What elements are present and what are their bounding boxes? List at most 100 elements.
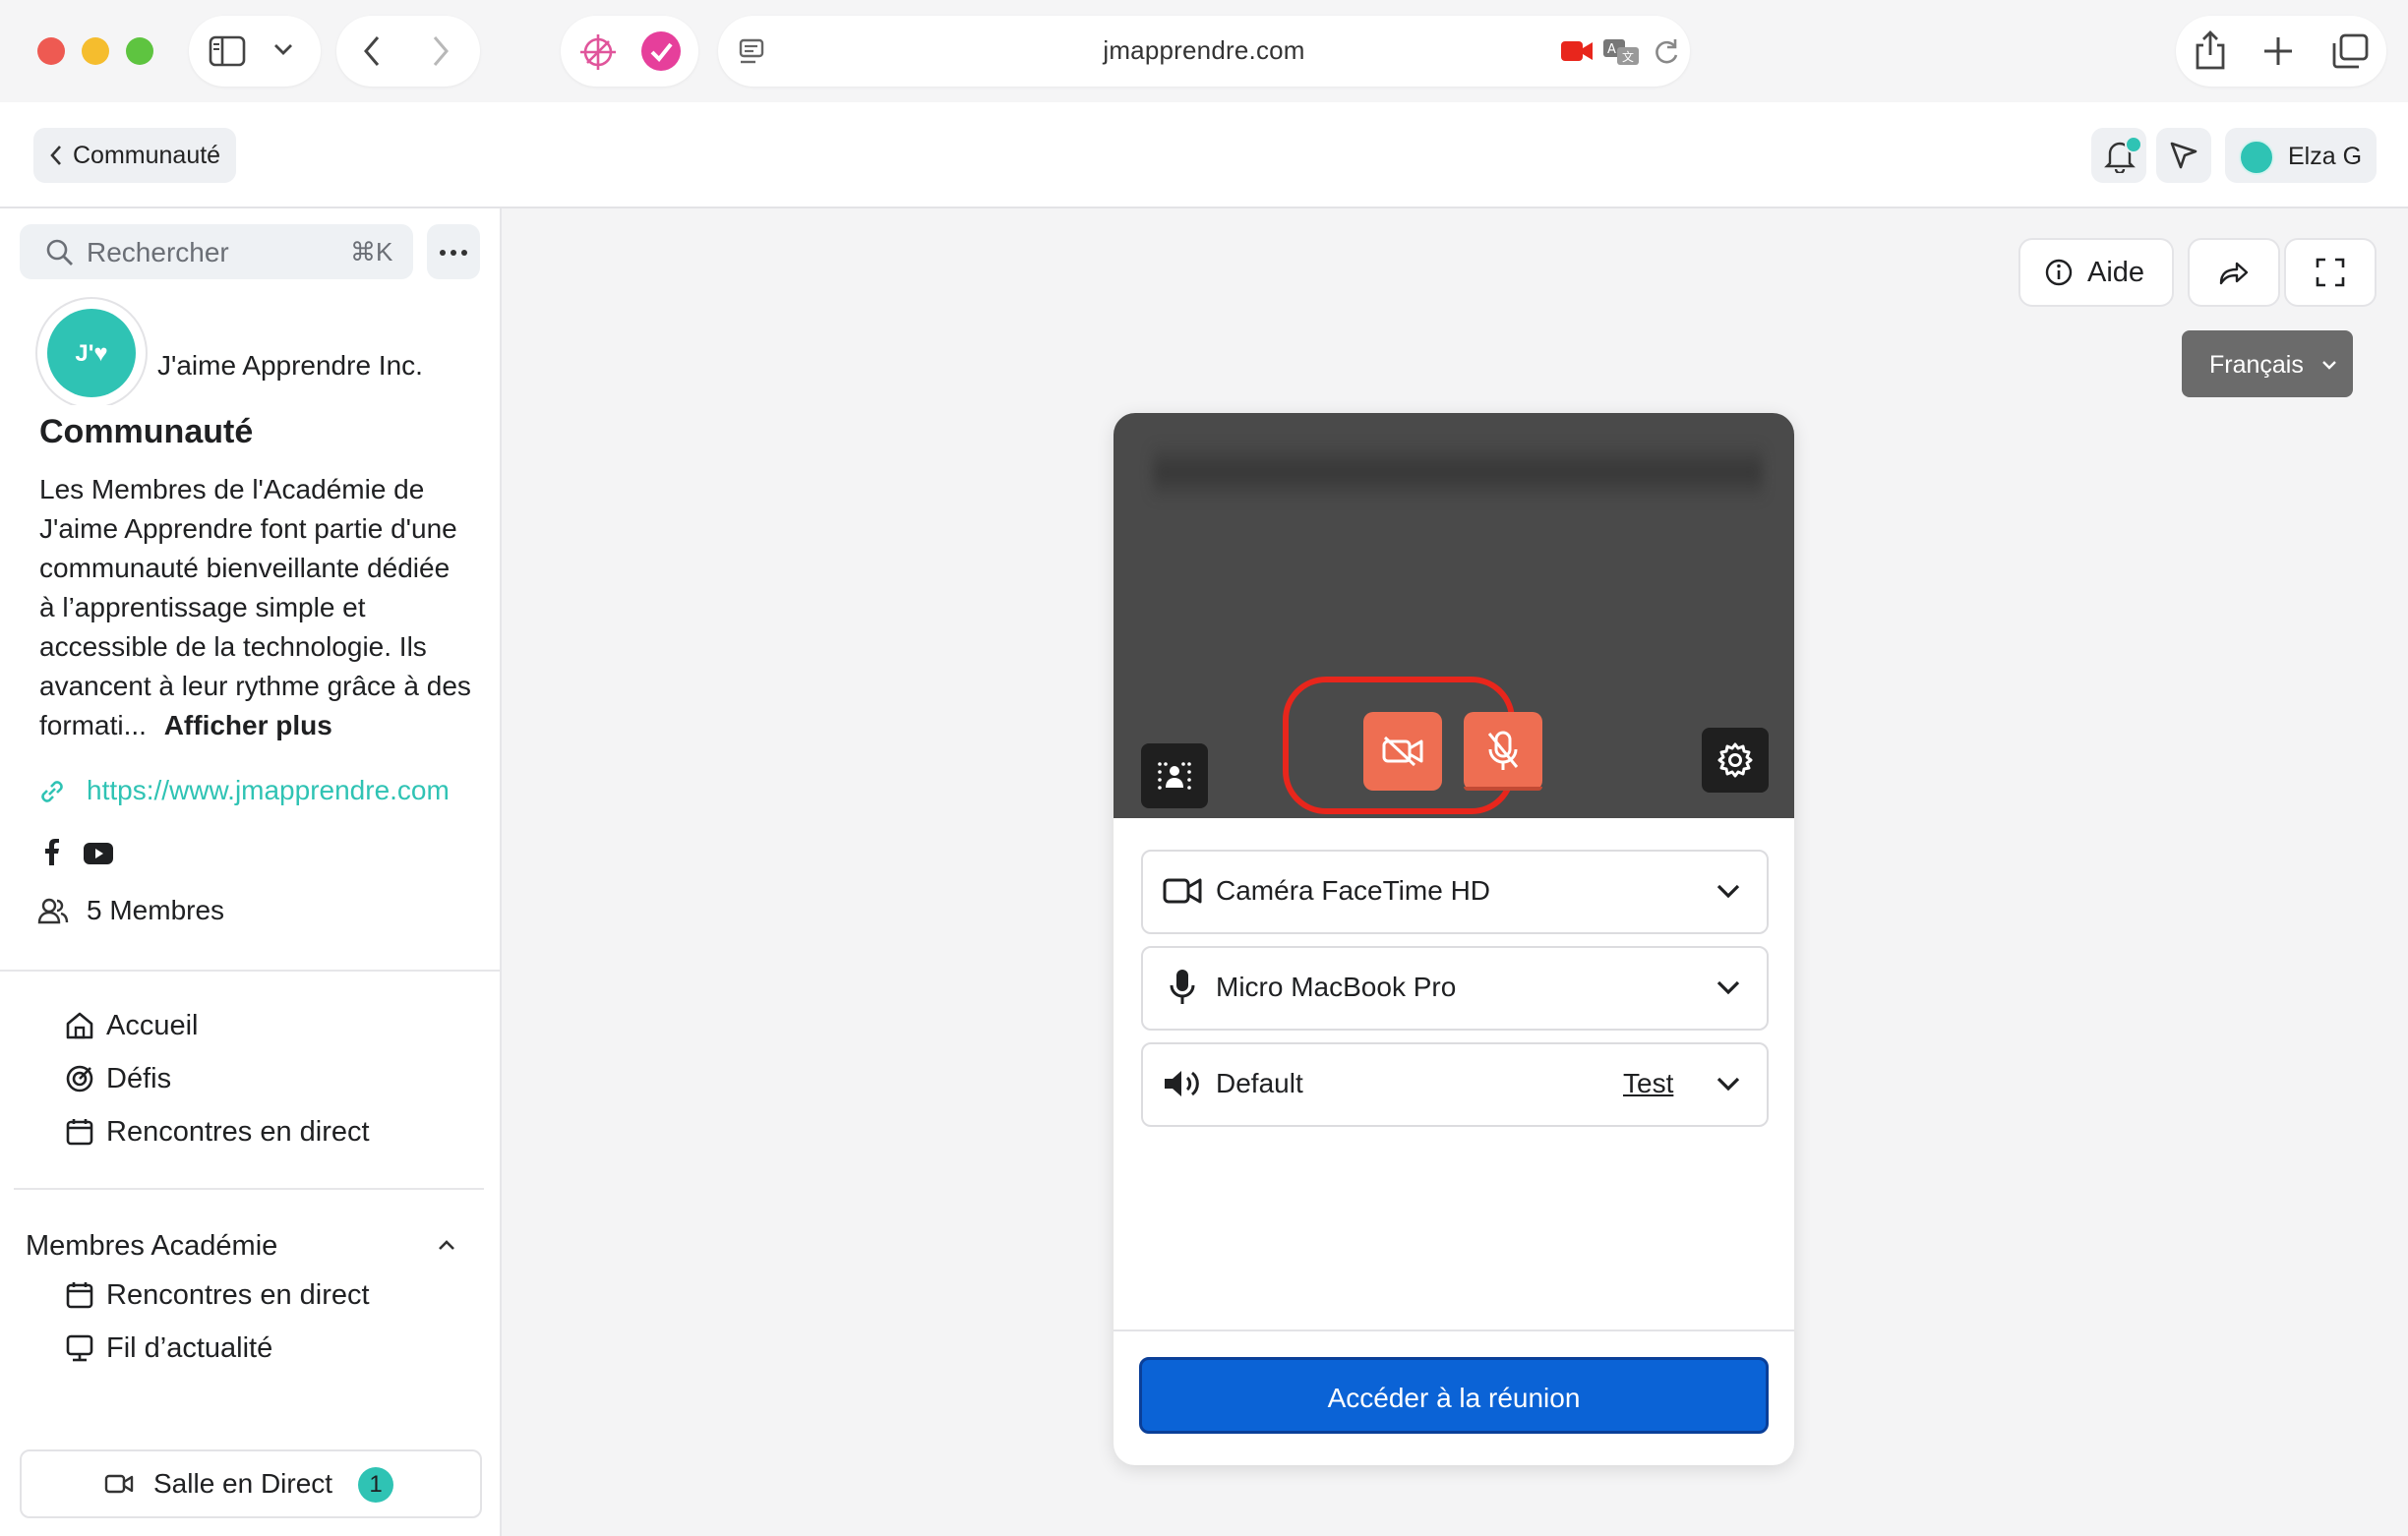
gear-icon [1716, 741, 1754, 779]
website-link[interactable]: https://www.jmapprendre.com [87, 775, 460, 814]
community-title: Communauté [39, 413, 254, 450]
chevron-down-icon [2321, 360, 2337, 370]
description-text: Les Membres de l'Académie de J'aime Appr… [39, 474, 471, 740]
fullscreen-button[interactable] [2284, 238, 2377, 307]
avatar [2239, 140, 2274, 175]
calendar-icon [65, 1280, 94, 1310]
microphone-toggle-button[interactable] [1464, 712, 1542, 791]
chevron-down-icon [1716, 1076, 1741, 1092]
share-arrow-icon [2217, 260, 2249, 285]
search-shortcut: ⌘K [350, 237, 393, 266]
speaker-label: Default [1216, 1068, 1303, 1098]
sidebar-item-rencontres[interactable]: Rencontres en direct [30, 1109, 482, 1156]
minimize-window-button[interactable] [82, 37, 109, 65]
video-icon [104, 1473, 134, 1495]
sidebar-item-accueil[interactable]: Accueil [30, 1003, 482, 1050]
live-room-button[interactable]: Salle en Direct 1 [20, 1449, 482, 1518]
forward-icon[interactable] [431, 35, 451, 67]
blurred-video [1153, 443, 1763, 502]
camera-toggle-button[interactable] [1363, 712, 1442, 791]
blur-background-icon [1157, 760, 1192, 792]
video-camera-icon [1163, 877, 1202, 905]
home-icon [65, 1011, 94, 1040]
camera-select[interactable]: Caméra FaceTime HD [1141, 850, 1769, 934]
sidebar-toggle-group[interactable] [189, 16, 321, 87]
video-preview [1114, 413, 1794, 818]
camera-off-icon [1381, 736, 1424, 767]
help-label: Aide [2087, 257, 2145, 288]
user-menu-button[interactable]: Elza G [2225, 128, 2377, 183]
info-icon [2044, 258, 2074, 287]
facebook-icon[interactable] [41, 838, 61, 865]
plus-icon[interactable] [2262, 35, 2294, 67]
back-to-community-button[interactable]: Communauté [33, 128, 236, 183]
camera-icon[interactable] [1560, 39, 1594, 63]
camera-label: Caméra FaceTime HD [1216, 875, 1491, 906]
search-input[interactable]: Rechercher ⌘K [20, 224, 413, 279]
chevron-left-icon [49, 145, 63, 166]
sidebar-item-rencontres-membres[interactable]: Rencontres en direct [30, 1272, 482, 1320]
link-icon [37, 777, 67, 806]
live-count-badge: 1 [358, 1467, 393, 1503]
url-text: jmapprendre.com [1103, 35, 1305, 65]
sidebar-icon[interactable] [209, 35, 246, 67]
community-description: Les Membres de l'Académie de J'aime Appr… [39, 470, 472, 745]
sidebar-item-defis[interactable]: Défis [30, 1056, 482, 1103]
join-meeting-button[interactable]: Accéder à la réunion [1139, 1357, 1769, 1434]
org-name: J'aime Apprendre Inc. [157, 350, 423, 381]
help-button[interactable]: Aide [2018, 238, 2174, 307]
microphone-off-icon [1485, 730, 1521, 773]
youtube-icon[interactable] [83, 842, 114, 865]
tabs-icon[interactable] [2331, 33, 2369, 69]
sidebar-item-fil[interactable]: Fil d’actualité [30, 1326, 482, 1373]
sidebar: Rechercher ⌘K J'♥ J'aime Apprendre Inc. … [0, 208, 502, 1536]
card-divider [1114, 1329, 1794, 1331]
reload-icon[interactable] [1653, 37, 1680, 67]
section-membres-academie[interactable]: Membres Académie [10, 1223, 482, 1269]
notifications-button[interactable] [2091, 128, 2146, 183]
svg-text:A: A [1607, 42, 1616, 57]
chevron-down-icon[interactable] [273, 42, 293, 56]
search-icon [45, 238, 75, 267]
send-button[interactable] [2156, 128, 2211, 183]
chevron-up-icon[interactable] [437, 1238, 456, 1252]
share-icon[interactable] [2194, 30, 2227, 71]
microphone-icon [1169, 968, 1196, 1007]
search-placeholder: Rechercher [87, 237, 229, 267]
more-icon [439, 250, 468, 256]
background-effect-button[interactable] [1141, 743, 1208, 808]
tracker-icon[interactable] [578, 32, 618, 72]
send-icon [2169, 141, 2198, 170]
sidebar-item-label: Rencontres en direct [106, 1279, 370, 1311]
notification-dot [2125, 136, 2142, 153]
navigation-group [336, 16, 480, 87]
speaker-icon [1163, 1068, 1202, 1099]
speaker-select[interactable]: Default Test [1141, 1042, 1769, 1127]
settings-button[interactable] [1702, 728, 1769, 793]
logo-text: J'♥ [75, 340, 108, 367]
microphone-select[interactable]: Micro MacBook Pro [1141, 946, 1769, 1031]
svg-text:文: 文 [1622, 49, 1634, 64]
show-more-link[interactable]: Afficher plus [164, 710, 332, 740]
close-window-button[interactable] [37, 37, 65, 65]
test-speaker-link[interactable]: Test [1623, 1068, 1673, 1099]
translate-icon[interactable]: A文 [1601, 37, 1641, 67]
back-icon[interactable] [362, 35, 382, 67]
zoom-window-button[interactable] [126, 37, 153, 65]
monitor-icon [65, 1333, 94, 1363]
window-actions-group [2176, 16, 2386, 87]
check-icon[interactable] [641, 31, 681, 71]
sidebar-item-label: Fil d’actualité [106, 1332, 273, 1364]
sidebar-item-label: Accueil [106, 1010, 199, 1041]
section-title: Membres Académie [26, 1230, 278, 1262]
language-select[interactable]: Français [2182, 330, 2353, 397]
back-button-label: Communauté [73, 142, 221, 169]
members-count: 5 Membres [87, 895, 225, 925]
community-logo: J'♥ [35, 297, 148, 409]
share-button[interactable] [2188, 238, 2280, 307]
sidebar-item-label: Rencontres en direct [106, 1116, 370, 1148]
more-options-button[interactable] [427, 224, 480, 279]
user-name: Elza G [2288, 143, 2363, 170]
calendar-icon [65, 1117, 94, 1147]
address-bar[interactable]: jmapprendre.com A文 [718, 16, 1690, 87]
